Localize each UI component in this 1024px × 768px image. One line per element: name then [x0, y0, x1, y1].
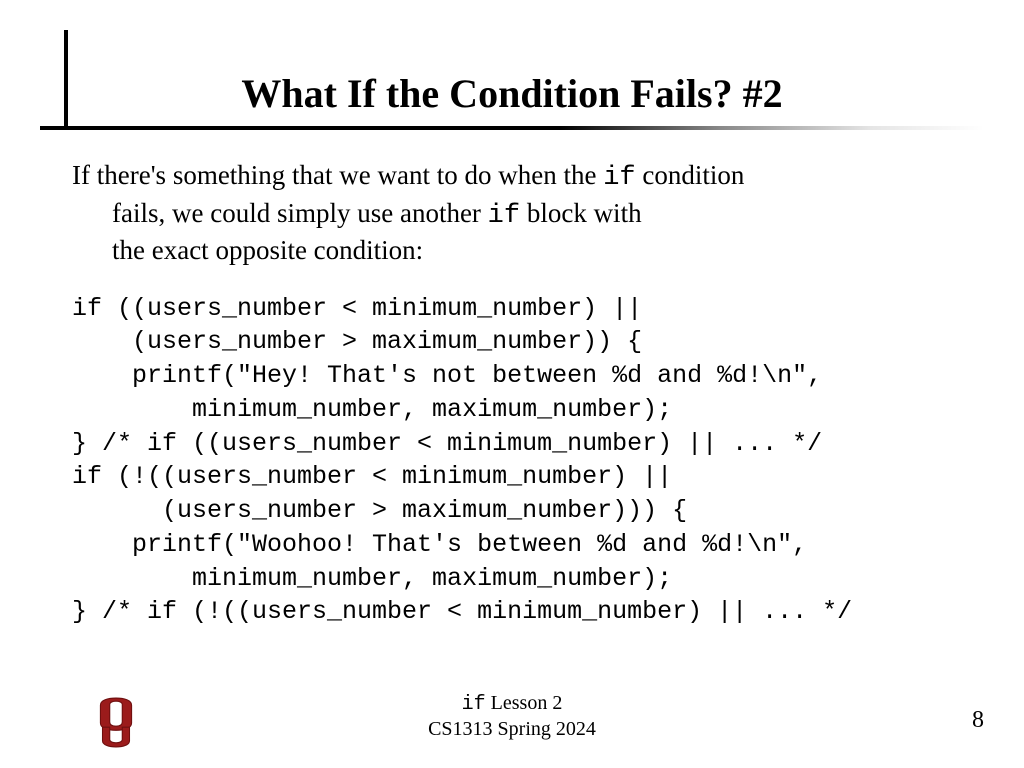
para-l2-keyword: if — [488, 201, 520, 231]
slide-title: What If the Condition Fails? #2 — [0, 70, 1024, 117]
para-l1-keyword: if — [603, 163, 635, 193]
para-l1b: condition — [636, 160, 745, 190]
footer-course: CS1313 Spring 2024 — [0, 717, 1024, 742]
code-block: if ((users_number < minimum_number) || (… — [72, 292, 962, 630]
para-line-2: fails, we could simply use another if bl… — [72, 196, 962, 234]
page-number: 8 — [972, 707, 984, 734]
ou-logo-icon — [90, 696, 142, 748]
horizontal-rule — [40, 126, 984, 130]
para-line-3: the exact opposite condition: — [72, 233, 962, 268]
slide-body: If there's something that we want to do … — [72, 158, 962, 629]
footer: if Lesson 2 CS1313 Spring 2024 — [0, 691, 1024, 742]
intro-paragraph: If there's something that we want to do … — [72, 158, 962, 268]
para-l1a: If there's something that we want to do … — [72, 160, 603, 190]
slide: What If the Condition Fails? #2 If there… — [0, 0, 1024, 768]
footer-lesson: if Lesson 2 — [0, 691, 1024, 717]
para-line-1: If there's something that we want to do … — [72, 158, 962, 196]
footer-lesson-rest: Lesson 2 — [486, 692, 563, 714]
footer-center: if Lesson 2 CS1313 Spring 2024 — [0, 691, 1024, 742]
para-l2a: fails, we could simply use another — [112, 198, 488, 228]
footer-lesson-kw: if — [462, 693, 486, 716]
para-l2b: block with — [520, 198, 642, 228]
